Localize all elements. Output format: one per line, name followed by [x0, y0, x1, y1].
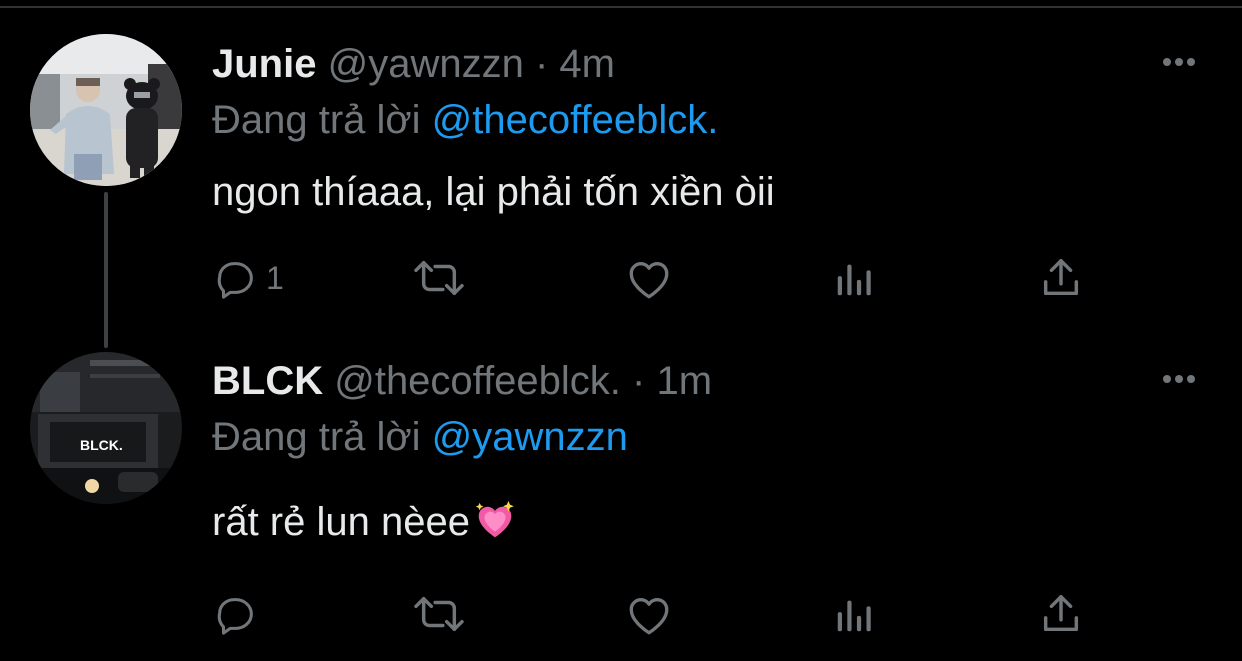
timestamp[interactable]: 4m: [559, 42, 615, 86]
reply-prefix: Đang trả lời: [212, 98, 421, 142]
separator-dot: ·: [534, 42, 549, 86]
reply-mention[interactable]: @thecoffeeblck.: [432, 98, 719, 142]
share-button[interactable]: [1038, 252, 1084, 304]
tweet-text-content: rất rẻ lun nèee: [212, 500, 470, 544]
reply-icon: [217, 262, 253, 299]
more-dot: [1175, 58, 1183, 66]
tweet-2[interactable]: BLCK. BLCK @thecoffeeblck. · 1m Đang trả…: [0, 338, 1242, 661]
retweet-icon: [414, 596, 464, 632]
views-button[interactable]: [832, 588, 878, 640]
tweet-header: BLCK @thecoffeeblck. · 1m: [212, 357, 712, 405]
tweet-1[interactable]: Junie @yawnzzn · 4m Đang trả lời @thecof…: [0, 0, 1242, 340]
more-dot: [1163, 58, 1171, 66]
blck-sign: BLCK.: [80, 437, 123, 453]
reply-count: 1: [266, 259, 284, 296]
heart-icon: [629, 262, 669, 299]
share-button[interactable]: [1038, 588, 1084, 640]
tweet-header: Junie @yawnzzn · 4m: [212, 40, 615, 88]
more-dot: [1163, 375, 1171, 383]
user-handle[interactable]: @yawnzzn: [328, 42, 524, 86]
reply-button[interactable]: [212, 588, 266, 640]
reply-button[interactable]: 1: [212, 252, 284, 304]
tweet-text: rất rẻ lun nèee: [212, 498, 518, 546]
retweet-button[interactable]: [410, 588, 468, 640]
analytics-icon: [837, 600, 871, 632]
sparkling-heart-emoji-icon: [475, 501, 514, 538]
display-name[interactable]: BLCK: [212, 359, 323, 403]
more-dot: [1187, 375, 1195, 383]
display-name[interactable]: Junie: [212, 42, 316, 86]
analytics-icon: [837, 264, 871, 296]
separator-dot: ·: [632, 359, 646, 403]
retweet-button[interactable]: [410, 252, 468, 304]
more-dot: [1187, 58, 1195, 66]
more-options-button[interactable]: [1158, 50, 1200, 74]
avatar-blck[interactable]: BLCK.: [30, 352, 182, 504]
reply-icon: [217, 598, 253, 635]
views-button[interactable]: [832, 252, 878, 304]
retweet-icon: [414, 260, 464, 296]
heart-icon: [629, 598, 669, 635]
replying-to: Đang trả lời @thecoffeeblck.: [212, 96, 718, 144]
tweet-text: ngon thíaaa, lại phải tốn xiền òii: [212, 170, 775, 214]
reply-prefix: Đang trả lời: [212, 415, 421, 459]
avatar-junie[interactable]: [30, 34, 182, 186]
share-icon: [1043, 259, 1079, 296]
like-button[interactable]: [624, 252, 674, 304]
replying-to: Đang trả lời @yawnzzn: [212, 413, 628, 461]
share-icon: [1043, 595, 1079, 632]
user-handle[interactable]: @thecoffeeblck.: [334, 359, 621, 403]
timestamp[interactable]: 1m: [657, 359, 713, 403]
more-dot: [1175, 375, 1183, 383]
like-button[interactable]: [624, 588, 674, 640]
reply-mention[interactable]: @yawnzzn: [432, 415, 628, 459]
more-options-button[interactable]: [1158, 367, 1200, 391]
